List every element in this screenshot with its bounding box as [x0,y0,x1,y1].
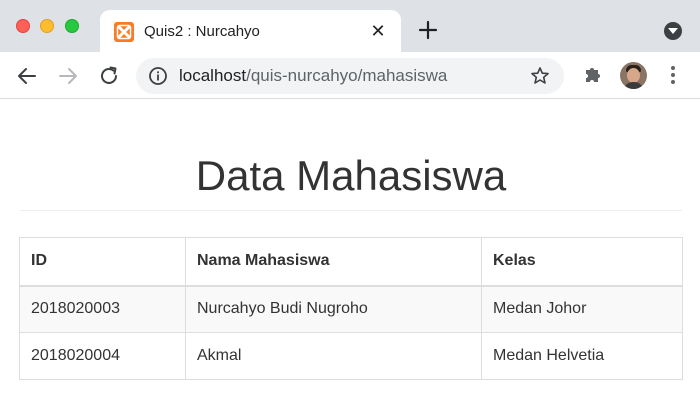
more-vert-icon[interactable] [666,64,680,86]
avatar[interactable] [620,62,647,89]
table-row: 2018020004 Akmal Medan Helvetia [19,332,683,380]
cell-nama: Nurcahyo Budi Nugroho [185,285,482,333]
cell-kelas: Medan Helvetia [481,332,683,380]
table-header-row: ID Nama Mahasiswa Kelas [19,237,683,287]
title-divider [20,210,682,211]
cell-kelas: Medan Johor [481,285,683,333]
tab-search-icon[interactable] [664,22,682,40]
page-title: Data Mahasiswa [195,152,507,199]
info-icon[interactable] [148,66,168,86]
cell-id: 2018020004 [19,332,186,380]
reload-icon[interactable] [97,64,121,88]
minimize-window-button[interactable] [40,19,54,33]
plus-icon[interactable] [416,18,440,42]
table-row: 2018020003 Nurcahyo Budi Nugroho Medan J… [19,285,683,333]
url-text: localhost/quis-nurcahyo/mahasiswa [179,67,447,85]
zoom-window-button[interactable] [65,19,79,33]
close-window-button[interactable] [16,19,30,33]
browser-tab-strip: Quis2 : Nurcahyo ✕ [0,0,700,52]
cell-id: 2018020003 [19,285,186,333]
url-host: localhost [179,66,247,85]
url-path: /quis-nurcahyo/mahasiswa [246,66,448,85]
puzzle-icon[interactable] [582,63,604,85]
xampp-icon [114,22,134,42]
back-arrow-icon[interactable] [15,64,39,88]
column-header-id: ID [19,237,186,287]
browser-tab[interactable]: Quis2 : Nurcahyo ✕ [100,10,401,52]
tab-title: Quis2 : Nurcahyo [144,23,260,40]
address-bar[interactable]: localhost/quis-nurcahyo/mahasiswa [136,58,564,94]
tab-close-icon[interactable]: ✕ [368,21,388,41]
page-content: Data Mahasiswa ID Nama Mahasiswa Kelas 2… [0,100,700,400]
mahasiswa-table: ID Nama Mahasiswa Kelas 2018020003 Nurca… [19,237,683,380]
star-icon[interactable] [530,66,550,86]
column-header-kelas: Kelas [481,237,683,287]
cell-nama: Akmal [185,332,482,380]
column-header-nama: Nama Mahasiswa [185,237,482,287]
forward-arrow-icon[interactable] [56,64,80,88]
